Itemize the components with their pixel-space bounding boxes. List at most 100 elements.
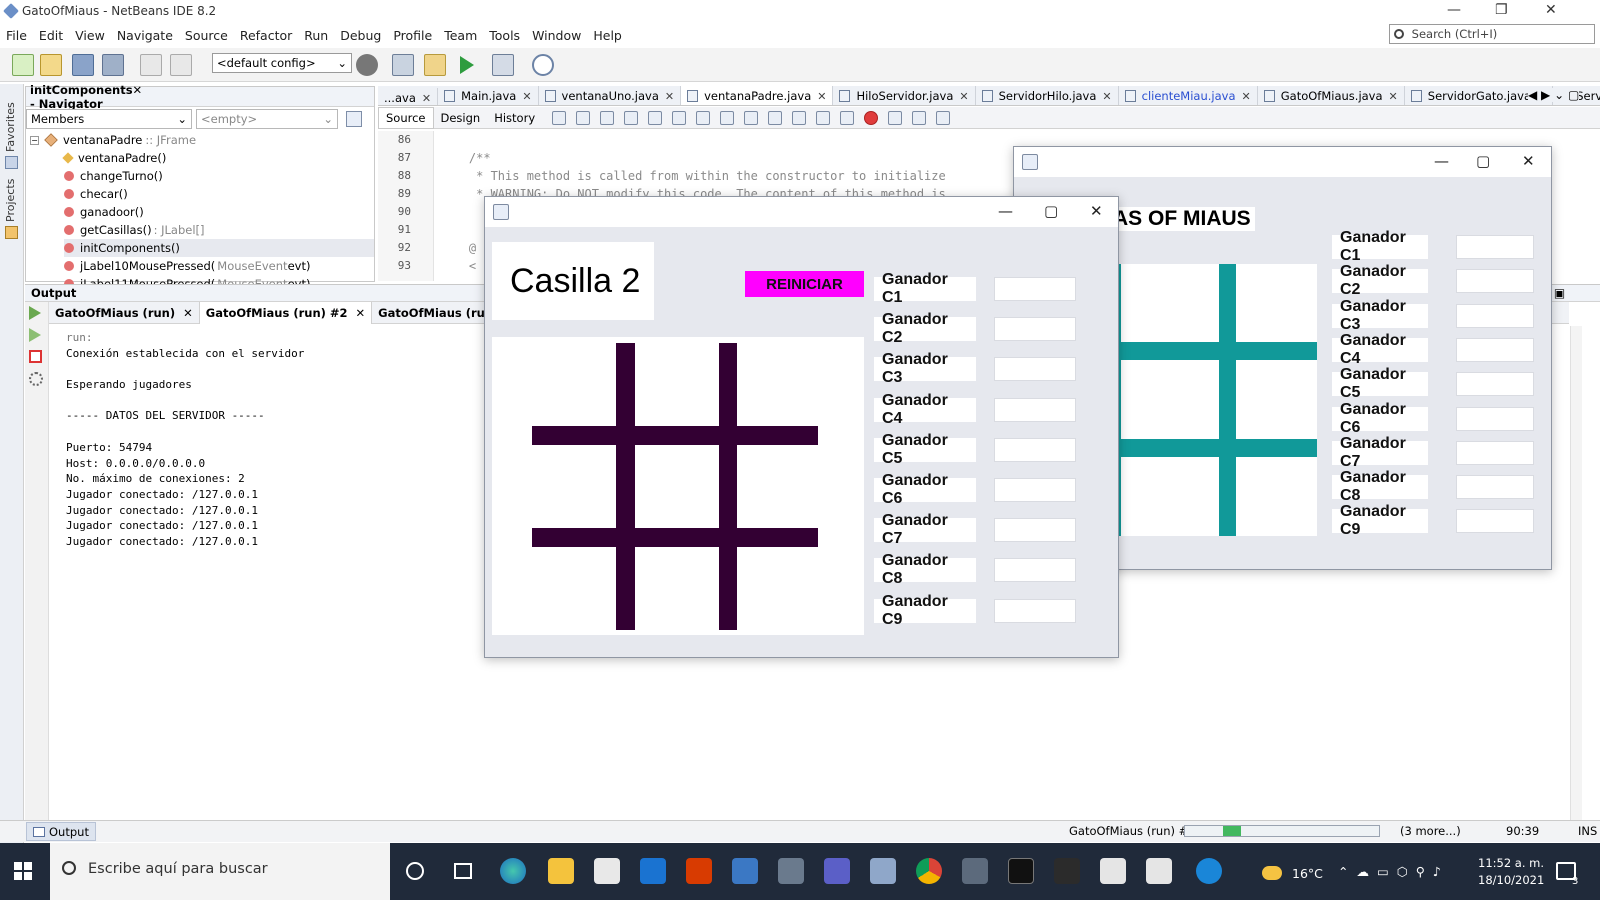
ganador-field[interactable]: [1456, 475, 1534, 500]
menu-profile[interactable]: Profile: [387, 28, 438, 43]
navigator-item[interactable]: initComponents(): [64, 239, 374, 257]
close-icon[interactable]: ✕: [183, 306, 193, 320]
menu-navigate[interactable]: Navigate: [111, 28, 179, 43]
code-line[interactable]: /**: [440, 149, 946, 167]
stop-icon[interactable]: [29, 350, 42, 363]
editor-tab[interactable]: ServidorHilo.java ✕: [976, 86, 1119, 105]
tree-root[interactable]: − ventanaPadre:: JFrame: [30, 131, 374, 149]
virtualbox-icon[interactable]: [870, 858, 896, 884]
search-input[interactable]: Search (Ctrl+I): [1389, 24, 1595, 44]
close-icon[interactable]: ✕: [1389, 90, 1398, 103]
editor-tab[interactable]: ventanaPadre.java ✕: [681, 86, 834, 105]
toolbox-icon[interactable]: [962, 858, 988, 884]
temperature[interactable]: 16°C: [1292, 866, 1323, 881]
navigator-item[interactable]: changeTurno(): [64, 167, 374, 185]
output-scrollbar[interactable]: [1570, 326, 1582, 822]
menu-tools[interactable]: Tools: [483, 28, 526, 43]
new-project-icon[interactable]: [40, 54, 62, 76]
ganador-field[interactable]: [994, 317, 1076, 342]
clean-build-icon[interactable]: [424, 54, 446, 76]
photos-icon[interactable]: [778, 858, 804, 884]
close-icon[interactable]: ✕: [522, 90, 531, 103]
projects-tab[interactable]: Projects: [4, 179, 17, 222]
new-file-icon[interactable]: [12, 54, 34, 76]
editor-tab[interactable]: Main.java ✕: [438, 86, 539, 105]
history-icon[interactable]: [600, 110, 615, 125]
tab-scroll-controls[interactable]: ◀ ▶ ⌄ ▢: [1528, 88, 1580, 102]
file-explorer-icon[interactable]: [548, 858, 574, 884]
navigator-item[interactable]: ventanaPadre(): [62, 149, 374, 167]
editor-tab[interactable]: ...ava ✕: [378, 88, 439, 105]
menu-view[interactable]: View: [69, 28, 111, 43]
subtab-source[interactable]: Source: [378, 106, 434, 129]
taskbar-search[interactable]: Escribe aquí para buscar: [50, 843, 390, 900]
shift-right-icon[interactable]: [840, 110, 855, 125]
output-status-tab[interactable]: Output: [26, 822, 96, 841]
tray-icons[interactable]: ⌃☁▭⬡⚲♪: [1338, 864, 1449, 879]
cortana-icon[interactable]: [406, 862, 424, 880]
menu-source[interactable]: Source: [179, 28, 234, 43]
weather-icon[interactable]: [1262, 866, 1282, 880]
task-view-icon[interactable]: [454, 863, 472, 879]
shift-left-icon[interactable]: [816, 110, 831, 125]
ganador-field[interactable]: [1456, 235, 1534, 259]
find-prev-icon[interactable]: [648, 110, 663, 125]
edge-icon[interactable]: [500, 858, 526, 884]
ganador-field[interactable]: [994, 357, 1076, 382]
ganador-field[interactable]: [1456, 337, 1534, 362]
navigator-item[interactable]: checar(): [64, 185, 374, 203]
ganador-field[interactable]: [994, 518, 1076, 543]
navigator-item[interactable]: getCasillas(): JLabel[]: [64, 221, 374, 239]
redo-icon[interactable]: [170, 54, 192, 76]
filter-options-icon[interactable]: [346, 111, 362, 127]
macro-stop-icon[interactable]: [888, 110, 903, 125]
output-tab[interactable]: GatoOfMiaus (run) #2 ✕: [199, 302, 373, 324]
close-icon[interactable]: ✕: [817, 90, 826, 103]
teams-icon[interactable]: [824, 858, 850, 884]
menu-window[interactable]: Window: [526, 28, 587, 43]
macro-record-icon[interactable]: [864, 110, 879, 125]
navigator-item[interactable]: jLabel10MousePressed(MouseEvent evt): [64, 257, 374, 275]
subtab-history[interactable]: History: [487, 108, 542, 128]
restore-button[interactable]: ❐: [1495, 2, 1508, 18]
help-icon[interactable]: [1196, 858, 1222, 884]
config-select[interactable]: <default config> ⌄: [212, 53, 352, 73]
menu-refactor[interactable]: Refactor: [234, 28, 298, 43]
prev-bookmark-icon[interactable]: [744, 110, 759, 125]
run-icon[interactable]: [460, 56, 474, 74]
menu-debug[interactable]: Debug: [334, 28, 387, 43]
toggle-select-icon[interactable]: [720, 110, 735, 125]
front-maximize-button[interactable]: ▢: [1044, 202, 1058, 220]
undo-icon[interactable]: [140, 54, 162, 76]
back-close-button[interactable]: ✕: [1522, 152, 1535, 170]
settings-icon[interactable]: [29, 372, 43, 386]
mail-icon[interactable]: [640, 858, 666, 884]
windows-start-icon[interactable]: [14, 862, 32, 880]
find-next-icon[interactable]: [672, 110, 687, 125]
ganador-field[interactable]: [1456, 406, 1534, 431]
favorites-tab[interactable]: Favorites: [4, 102, 17, 152]
ganador-field[interactable]: [1456, 269, 1534, 294]
output-tab[interactable]: GatoOfMiaus (run) ✕: [49, 302, 200, 324]
ganador-field[interactable]: [994, 437, 1076, 462]
close-icon[interactable]: ✕: [959, 90, 968, 103]
toggle-highlight-icon[interactable]: [696, 110, 711, 125]
game-board[interactable]: [492, 337, 864, 635]
ganador-field[interactable]: [1456, 509, 1534, 534]
clock-time[interactable]: 11:52 a. m.: [1478, 856, 1544, 870]
code-line[interactable]: [440, 131, 946, 149]
members-select[interactable]: Members ⌄: [26, 109, 192, 129]
editor-tab[interactable]: HiloServidor.java ✕: [833, 86, 976, 105]
back-minimize-button[interactable]: —: [1434, 152, 1449, 170]
profile-icon[interactable]: [532, 54, 554, 76]
close-icon[interactable]: ✕: [1242, 90, 1251, 103]
close-icon[interactable]: ✕: [665, 90, 674, 103]
back-icon[interactable]: [552, 110, 567, 125]
editor-tab[interactable]: GatoOfMiaus.java ✕: [1258, 86, 1405, 105]
ganador-field[interactable]: [994, 478, 1076, 502]
close-button[interactable]: ✕: [1545, 2, 1557, 18]
reiniciar-button[interactable]: REINICIAR: [745, 271, 864, 297]
terminal-icon[interactable]: [1008, 858, 1034, 884]
java-app-icon[interactable]: [1100, 858, 1126, 884]
projects-icon[interactable]: [5, 226, 18, 239]
